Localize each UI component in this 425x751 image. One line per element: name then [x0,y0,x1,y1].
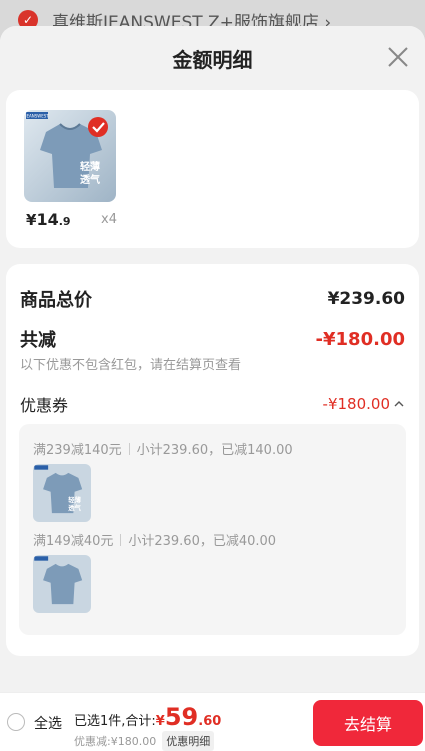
thumb-slogan-1: 轻薄 [80,160,100,173]
thumb-slogan-2: 透气 [80,173,100,186]
coupon-item-1: 满239减140元 小计239.60，已减140.00 [33,439,293,458]
total-integer: 59 [164,703,199,731]
total-symbol: ¥ [155,714,165,729]
product-card: JEANSWEST 轻薄 透气 ¥ 14 .9 x4 [6,90,419,248]
product-thumbnail[interactable]: JEANSWEST 轻薄 透气 [24,110,116,202]
total-reduce-row: 共减 -¥180.00 [20,326,405,352]
coupon-rule: 满239减140元 [33,443,122,458]
selected-check-icon [88,117,108,137]
coupon-product-thumbnail: 轻薄 透气 [33,464,91,522]
goods-total-row: 商品总价 ¥239.60 [20,286,405,312]
product-quantity: x4 [101,212,117,227]
coupon-item-2: 满149减40元 小计239.60，已减40.00 [33,530,276,549]
goods-total-value: ¥239.60 [327,289,405,309]
sheet-header: 金额明细 [0,26,425,90]
price-summary-card: 商品总价 ¥239.60 共减 -¥180.00 以下优惠不包含红包，请在结算页… [6,264,419,656]
coupon-value: -¥180.00 [322,395,390,413]
checkout-button[interactable]: 去结算 [313,700,423,746]
tshirt-image: 轻薄 透气 [33,464,91,522]
price-integer: 14 [36,210,59,229]
total-reduce-label: 共减 [20,330,56,351]
coupon-value-wrap[interactable]: -¥180.00 [323,395,405,413]
coupon-label: 优惠券 [20,396,69,415]
checkout-bar: 全选 已选1件,合计: ¥ 59 .60 优惠减:¥180.00 优惠明细 去结… [0,692,425,751]
thumb-brand: JEANSWEST [24,114,49,119]
product-price: ¥ 14 .9 [26,210,71,229]
price-symbol: ¥ [26,211,37,229]
coupon-rule: 满149减40元 [33,534,114,549]
total-line: 已选1件,合计: ¥ 59 .60 [74,703,221,731]
selected-count-text: 已选1件,合计: [74,714,156,729]
total-reduce-value: -¥180.00 [315,328,405,350]
chevron-up-icon [394,401,404,407]
reduce-note: 以下优惠不包含红包，请在结算页查看 [20,358,242,373]
price-decimal: .9 [58,215,71,228]
total-decimal: .60 [198,714,222,729]
discount-text: 优惠减:¥180.00 [74,735,157,748]
close-icon [388,47,408,67]
coupon-row[interactable]: 优惠券 -¥180.00 [20,392,405,416]
tshirt-image [33,555,91,613]
sheet-title: 金额明细 [172,47,253,72]
coupon-detail: 小计239.60，已减140.00 [136,443,293,458]
coupon-detail: 小计239.60，已减40.00 [128,534,277,549]
goods-total-label: 商品总价 [20,290,92,311]
close-button[interactable] [381,40,415,74]
select-all-radio[interactable] [7,713,25,731]
divider [128,442,130,455]
divider [120,533,122,546]
select-all-label[interactable]: 全选 [34,713,62,733]
coupon-product-thumbnail [33,555,91,613]
discount-detail-button[interactable]: 优惠明细 [162,731,215,751]
amount-detail-sheet: 金额明细 JEANSWEST 轻薄 透气 ¥ 14 .9 x4 商品总价 ¥23… [0,26,425,751]
coupon-detail-box: 满239减140元 小计239.60，已减140.00 轻薄 透气 满149减4… [19,424,406,635]
tshirt-image: JEANSWEST 轻薄 透气 [24,110,116,202]
discount-line: 优惠减:¥180.00 优惠明细 [74,731,215,751]
